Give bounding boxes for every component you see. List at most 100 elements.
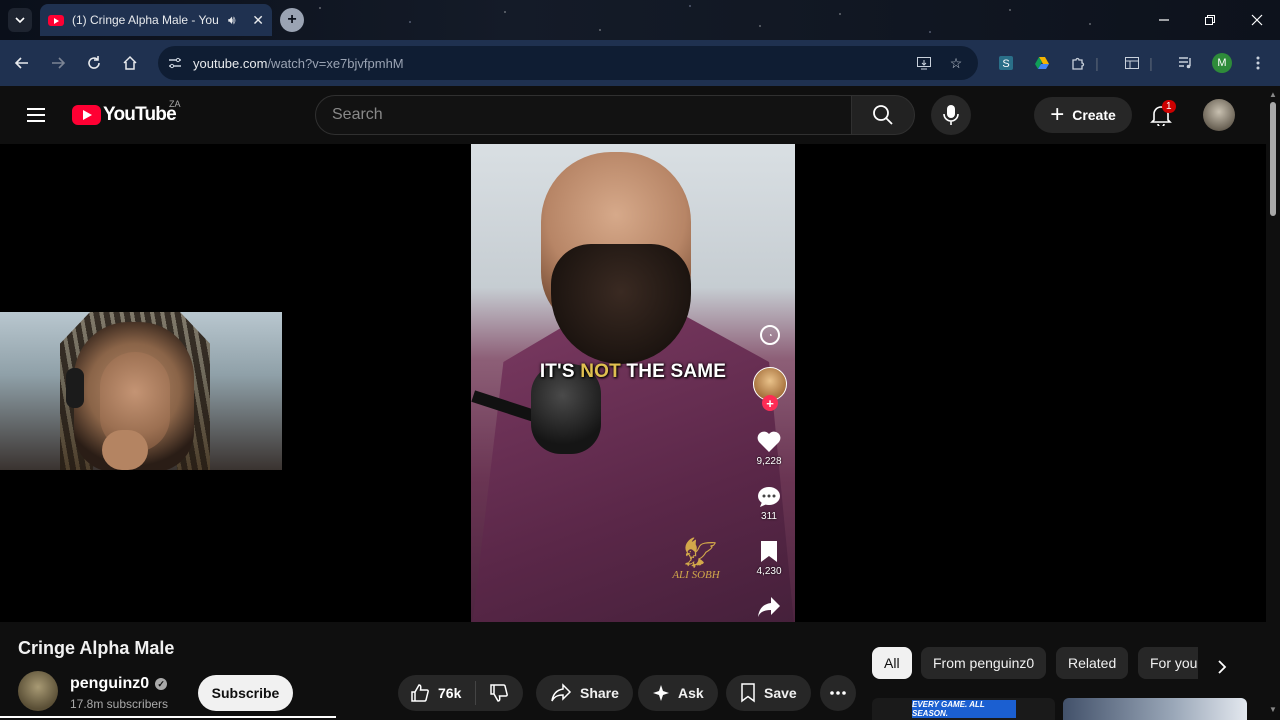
chip-from-channel[interactable]: From penguinz0 xyxy=(921,647,1047,679)
chip-for-you-clip: For you xyxy=(1138,647,1198,679)
back-icon[interactable] xyxy=(10,51,34,75)
dislike-button[interactable] xyxy=(476,683,522,703)
page-scrollbar[interactable]: ▲ ▼ xyxy=(1266,86,1280,720)
video-player[interactable]: IT'S NOT THE SAME ◔ + 9,228 311 4,230 🦅︎… xyxy=(0,144,1266,622)
like-dislike-group: 76k xyxy=(398,675,523,711)
video-watermark: 🦅︎ ALI SOBH xyxy=(661,537,731,582)
new-tab-button[interactable]: + xyxy=(280,8,304,32)
chrome-menu-icon[interactable] xyxy=(1246,51,1270,75)
side-panel-icon[interactable] xyxy=(1120,51,1144,75)
close-glyph xyxy=(1251,14,1263,26)
save-label: Save xyxy=(764,685,797,701)
notification-badge: 1 xyxy=(1162,100,1176,113)
notifications-button[interactable]: 1 xyxy=(1146,100,1176,130)
hamburger-bar xyxy=(27,114,45,116)
side-panel-glyph xyxy=(1125,57,1139,69)
save-button[interactable]: Save xyxy=(726,675,811,711)
forward-arrow-glyph xyxy=(52,57,66,69)
create-label: Create xyxy=(1072,107,1116,123)
share-button[interactable]: Share xyxy=(536,675,633,711)
toolbar-divider-2: | xyxy=(1149,55,1153,71)
create-button[interactable]: + Create xyxy=(1034,97,1132,133)
tune-glyph xyxy=(169,57,181,69)
youtube-favicon-icon xyxy=(48,14,64,26)
browser-profile-avatar[interactable]: M xyxy=(1212,53,1232,73)
subscribe-button[interactable]: Subscribe xyxy=(198,675,293,711)
share-label: Share xyxy=(580,685,619,701)
video-title: Cringe Alpha Male xyxy=(18,638,175,658)
browser-toolbar: youtube.com/watch?v=xe7bjvfpmhM ☆ S | | xyxy=(0,40,1280,86)
close-tab-icon[interactable]: ✕ xyxy=(252,12,264,29)
media-glyph xyxy=(1179,57,1191,69)
save-bookmark-icon xyxy=(741,683,755,703)
video-caption: IT'S NOT THE SAME xyxy=(471,361,795,383)
account-avatar[interactable] xyxy=(1203,99,1235,131)
extensions-puzzle-icon[interactable] xyxy=(1066,51,1090,75)
browser-tab-strip: (1) Cringe Alpha Male - You 🔊︎ ✕ + xyxy=(0,0,1280,40)
search-box[interactable] xyxy=(315,95,852,135)
restore-icon[interactable] xyxy=(1198,8,1222,32)
chip-all[interactable]: All xyxy=(872,647,912,679)
chip-for-you[interactable]: For you xyxy=(1138,647,1198,679)
bookmark-star-icon[interactable]: ☆ xyxy=(944,51,968,75)
channel-name-link[interactable]: penguinz0 ✓ xyxy=(70,675,168,693)
reload-icon[interactable] xyxy=(82,51,106,75)
media-controls-icon[interactable] xyxy=(1174,51,1198,75)
home-icon[interactable] xyxy=(118,51,142,75)
sparkle-icon xyxy=(653,685,669,701)
voice-search-button[interactable] xyxy=(931,95,971,135)
extension-s-glyph: S xyxy=(999,56,1013,70)
more-horizontal-icon xyxy=(830,691,846,695)
webcam-overlay xyxy=(0,312,282,470)
related-video-thumbnail-2[interactable] xyxy=(1063,698,1247,720)
channel-avatar[interactable] xyxy=(18,671,58,711)
puzzle-glyph xyxy=(1072,57,1085,70)
speaker-icon[interactable]: 🔊︎ xyxy=(228,13,236,28)
scroll-up-arrow-icon[interactable]: ▲ xyxy=(1269,90,1277,99)
chevron-right-glyph xyxy=(1218,660,1227,674)
share-icon xyxy=(551,683,572,702)
tab-search-button[interactable] xyxy=(8,8,32,32)
close-window-icon[interactable] xyxy=(1245,8,1269,32)
forward-icon[interactable] xyxy=(46,51,70,75)
country-code: ZA xyxy=(169,99,181,109)
chevron-right-icon[interactable] xyxy=(1206,651,1238,683)
youtube-logo[interactable]: YouTube ZA xyxy=(72,99,181,126)
minimize-icon[interactable] xyxy=(1152,8,1176,32)
like-button[interactable]: 76k xyxy=(398,681,476,705)
address-bar[interactable]: youtube.com/watch?v=xe7bjvfpmhM ☆ xyxy=(158,46,978,80)
bookmark-icon xyxy=(761,541,777,562)
tiktok-comment-count: 311 xyxy=(761,511,777,522)
youtube-play-icon xyxy=(72,105,101,125)
share-arrow-icon xyxy=(758,597,780,617)
install-app-icon[interactable] xyxy=(912,51,936,75)
youtube-wordmark: YouTube xyxy=(103,104,177,125)
tab-title: (1) Cringe Alpha Male - You xyxy=(72,13,219,27)
site-info-icon[interactable] xyxy=(161,49,189,77)
scrollbar-thumb[interactable] xyxy=(1270,102,1276,216)
ask-label: Ask xyxy=(678,685,704,701)
extension-s-icon[interactable]: S xyxy=(994,51,1018,75)
thumbnail-banner: EVERY GAME. ALL SEASON. xyxy=(912,700,1016,718)
loading-progress-bar xyxy=(0,716,336,718)
scroll-down-arrow-icon[interactable]: ▼ xyxy=(1269,705,1277,714)
search-icon xyxy=(873,105,893,125)
google-drive-icon[interactable] xyxy=(1030,51,1054,75)
tiktok-like: 9,228 xyxy=(749,430,789,467)
chip-related[interactable]: Related xyxy=(1056,647,1129,679)
ask-button[interactable]: Ask xyxy=(638,675,718,711)
guide-menu-icon[interactable] xyxy=(24,103,48,127)
browser-tab-active[interactable]: (1) Cringe Alpha Male - You 🔊︎ ✕ xyxy=(40,4,272,36)
search-input[interactable] xyxy=(332,106,851,124)
more-actions-button[interactable] xyxy=(820,675,856,711)
eagle-logo-icon: 🦅︎ xyxy=(676,537,716,570)
tiktok-saves: 4,230 xyxy=(749,540,789,577)
tiktok-save-count: 4,230 xyxy=(756,566,782,577)
caption-highlight: NOT xyxy=(580,361,621,382)
related-video-thumbnail[interactable]: EVERY GAME. ALL SEASON. xyxy=(872,698,1055,720)
restore-glyph xyxy=(1205,15,1215,25)
search-button[interactable] xyxy=(851,95,915,135)
drive-glyph xyxy=(1035,57,1049,69)
tiktok-share xyxy=(749,596,789,618)
url-path: /watch?v=xe7bjvfpmhM xyxy=(267,55,404,71)
